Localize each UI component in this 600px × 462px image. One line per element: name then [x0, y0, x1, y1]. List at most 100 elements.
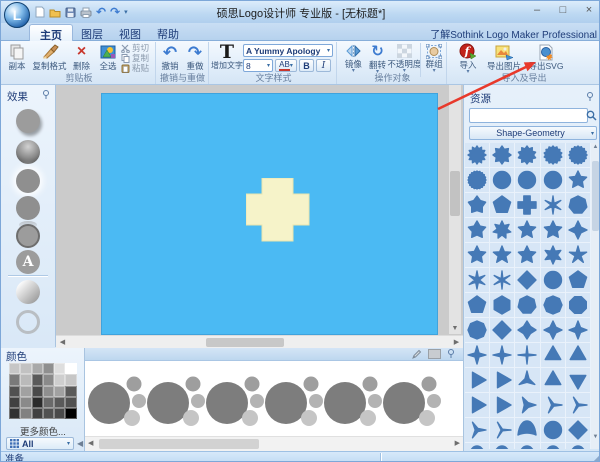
resize-grip[interactable]: ◢ [594, 453, 600, 462]
tab-layers[interactable]: 图层 [71, 24, 113, 41]
shape-cell[interactable] [541, 393, 566, 418]
collapse-panel-icon[interactable]: ◀ [77, 439, 83, 448]
shape-cell[interactable] [465, 243, 490, 268]
shape-cell[interactable] [566, 343, 591, 368]
effect-shiny-button[interactable] [16, 280, 40, 304]
shape-cell[interactable] [515, 268, 540, 293]
color-swatch[interactable] [43, 397, 54, 408]
gallery-item-paw[interactable] [383, 377, 441, 427]
export-svg-button[interactable]: 导出SVG [525, 43, 567, 74]
color-swatch[interactable] [43, 386, 54, 397]
color-swatch[interactable] [65, 408, 76, 419]
gallery-scroll-right-icon[interactable]: ▶ [455, 439, 460, 447]
resource-category-select[interactable]: Shape-Geometry ▾ [469, 126, 597, 140]
shape-cell[interactable] [566, 243, 591, 268]
gallery-item-paw[interactable] [147, 377, 205, 427]
color-swatch[interactable] [54, 363, 65, 374]
shapes-scroll-down-icon[interactable]: ▼ [591, 434, 600, 440]
color-swatch[interactable] [32, 386, 43, 397]
effects-pin-icon[interactable] [42, 90, 50, 100]
learn-more-link[interactable]: 了解Sothink Logo Maker Professional [430, 26, 597, 41]
add-text-button[interactable]: T 增加文字 [211, 43, 243, 74]
gallery-item-paw[interactable] [324, 377, 382, 427]
color-swatch[interactable] [20, 397, 31, 408]
cut-button[interactable]: 剪切 [121, 44, 155, 53]
shape-cell[interactable] [566, 418, 591, 443]
shapes-scrollbar[interactable]: ▲ ▼ [591, 143, 600, 449]
shapes-scroll-up-icon[interactable]: ▲ [591, 144, 600, 150]
shape-cell[interactable] [541, 418, 566, 443]
group-button[interactable]: 群组 ▾ [422, 43, 446, 74]
shape-cell[interactable] [490, 293, 515, 318]
effect-shadow-button[interactable] [16, 109, 40, 133]
shape-cell[interactable] [465, 368, 490, 393]
shape-cell[interactable] [515, 368, 540, 393]
color-swatch[interactable] [32, 374, 43, 385]
shape-cell[interactable] [490, 243, 515, 268]
logo-canvas[interactable] [101, 93, 438, 335]
shape-cell[interactable] [490, 218, 515, 243]
pencil-icon[interactable] [411, 349, 422, 360]
shape-cell[interactable] [541, 293, 566, 318]
shape-cell[interactable] [465, 318, 490, 343]
gallery-color-button[interactable] [428, 349, 441, 359]
color-swatch[interactable] [65, 363, 76, 374]
color-swatch[interactable] [32, 397, 43, 408]
gallery-scroll-thumb[interactable] [99, 439, 259, 449]
gallery-pin-icon[interactable] [447, 349, 455, 359]
gallery-item-paw[interactable] [206, 377, 264, 427]
shape-cell[interactable] [566, 318, 591, 343]
color-swatch[interactable] [43, 363, 54, 374]
shape-cell[interactable] [541, 218, 566, 243]
color-swatch[interactable] [9, 397, 20, 408]
shape-cell[interactable] [465, 443, 490, 449]
color-swatch[interactable] [9, 408, 20, 419]
effect-letter-button[interactable]: A [16, 250, 40, 274]
effect-ring-button[interactable] [16, 224, 40, 248]
shape-cell[interactable] [515, 243, 540, 268]
shape-cell[interactable] [490, 143, 515, 168]
vertical-scroll-thumb[interactable] [450, 171, 460, 216]
shape-cell[interactable] [541, 243, 566, 268]
effect-reflection-button[interactable] [16, 196, 40, 220]
shape-cell[interactable] [465, 343, 490, 368]
undo-button[interactable]: ↶ 撤销 [158, 43, 183, 74]
shape-cell[interactable] [515, 393, 540, 418]
gallery-scroll-left-icon[interactable]: ◀ [88, 439, 93, 447]
shape-cell[interactable] [541, 443, 566, 449]
delete-button[interactable]: × 删除 [68, 43, 95, 74]
shape-cell[interactable] [515, 143, 540, 168]
color-swatch[interactable] [20, 408, 31, 419]
shape-cell[interactable] [465, 143, 490, 168]
copy-button[interactable]: 副本 [3, 43, 31, 74]
export-image-button[interactable]: 导出图片 [483, 43, 525, 74]
shape-cell[interactable] [490, 393, 515, 418]
canvas-horizontal-scrollbar[interactable]: ◀ ▶ [56, 335, 463, 348]
shape-cell[interactable] [515, 293, 540, 318]
shape-cell[interactable] [490, 418, 515, 443]
select-all-button[interactable]: 全选 [95, 43, 121, 74]
shape-cell[interactable] [566, 443, 591, 449]
shapes-scroll-thumb[interactable] [592, 161, 599, 231]
shape-cell[interactable] [515, 418, 540, 443]
copy-format-button[interactable]: 复制格式 [31, 43, 68, 74]
color-swatch[interactable] [43, 374, 54, 385]
shape-cell[interactable] [465, 168, 490, 193]
shape-cell[interactable] [515, 343, 540, 368]
color-swatch[interactable] [54, 408, 65, 419]
rotate-button[interactable]: ↻ 翻转 ▾ [366, 43, 390, 74]
shape-cell[interactable] [566, 293, 591, 318]
scroll-right-arrow-icon[interactable]: ▶ [451, 337, 462, 348]
shape-cell[interactable] [566, 218, 591, 243]
color-swatch[interactable] [20, 386, 31, 397]
shape-cell[interactable] [465, 268, 490, 293]
color-swatch[interactable] [20, 374, 31, 385]
redo-button[interactable]: ↷ 重做 [183, 43, 208, 74]
color-swatch[interactable] [54, 397, 65, 408]
shape-cell[interactable] [465, 293, 490, 318]
more-colors-link[interactable]: 更多颜色... [1, 424, 85, 438]
shape-cell[interactable] [566, 193, 591, 218]
color-swatch[interactable] [43, 408, 54, 419]
shape-cell[interactable] [515, 443, 540, 449]
shape-cell[interactable] [566, 368, 591, 393]
